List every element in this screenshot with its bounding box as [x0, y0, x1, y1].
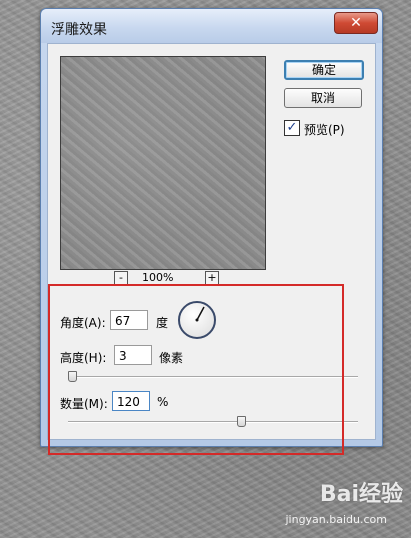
- annotation-highlight-box: [48, 284, 344, 455]
- preview-checkbox-label: 预览(P): [304, 123, 345, 137]
- dialog-title: 浮雕效果: [51, 22, 107, 38]
- preview-checkbox[interactable]: ✓: [284, 120, 300, 136]
- cancel-button[interactable]: 取消: [284, 88, 362, 108]
- preview-canvas[interactable]: [60, 56, 266, 270]
- zoom-out-button[interactable]: -: [114, 271, 128, 285]
- zoom-level: 100%: [142, 271, 174, 284]
- close-button[interactable]: ✕: [334, 12, 378, 34]
- watermark-logo: Bai经验: [319, 482, 403, 507]
- ok-button[interactable]: 确定: [284, 60, 364, 80]
- checkmark-icon: ✓: [286, 120, 298, 135]
- close-icon: ✕: [350, 15, 362, 31]
- title-bar[interactable]: 浮雕效果 ✕: [41, 9, 382, 43]
- watermark-url: jingyan.baidu.com: [285, 513, 387, 526]
- zoom-in-button[interactable]: +: [205, 271, 219, 285]
